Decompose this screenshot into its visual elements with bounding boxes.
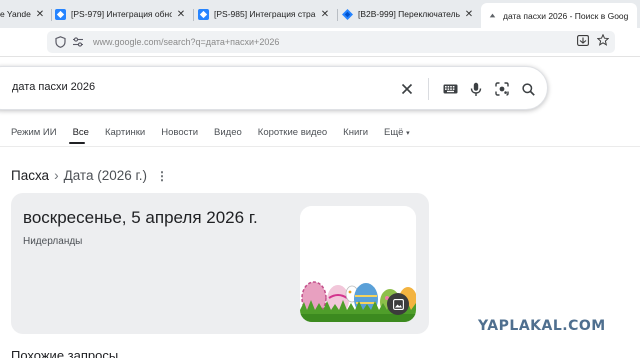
tab-close-icon[interactable]: ✕	[175, 9, 187, 20]
tab-more[interactable]: Ещё ▾	[384, 127, 410, 138]
browser-tab[interactable]: [B2B-999] Переключатель обо ✕	[342, 3, 475, 25]
tab-ai-mode[interactable]: Режим ИИ	[11, 127, 57, 138]
tab-title: [PS-979] Интеграция обновлени	[71, 9, 172, 19]
tab-all[interactable]: Все	[73, 127, 89, 138]
easter-eggs-image[interactable]	[300, 206, 416, 322]
tab-title: [PS-985] Интеграция страница с	[214, 9, 316, 19]
tab-short-videos[interactable]: Короткие видео	[258, 127, 327, 138]
breadcrumb-subtitle: Дата (2026 г.)	[63, 168, 148, 183]
chevron-down-icon: ▾	[406, 129, 410, 137]
browser-tab[interactable]: e Yandex ✕	[0, 3, 46, 25]
image-icon[interactable]	[387, 293, 409, 315]
tab-separator	[337, 9, 338, 21]
lens-icon[interactable]	[493, 80, 511, 98]
clear-icon[interactable]	[398, 80, 416, 98]
keyboard-icon[interactable]	[441, 80, 459, 98]
search-divider	[428, 78, 429, 100]
answer-date: воскресенье, 5 апреля 2026 г.	[23, 208, 258, 227]
tab-title: e Yandex	[0, 9, 31, 19]
tab-title: дата пасхи 2026 - Поиск в Goog	[503, 10, 629, 21]
tab-close-icon[interactable]: ✕	[463, 9, 475, 20]
address-bar[interactable]: www.google.com/search?q=дата+пасхи+2026	[47, 31, 615, 53]
answer-breadcrumb: Пасха › Дата (2026 г.) ⋮	[11, 168, 168, 183]
tab-close-icon[interactable]: ✕	[34, 9, 46, 20]
browser-toolbar: www.google.com/search?q=дата+пасхи+2026	[0, 28, 640, 56]
site-info-icon[interactable]	[69, 36, 87, 48]
tab-title: [B2B-999] Переключатель обо	[358, 9, 460, 19]
tab-books[interactable]: Книги	[343, 127, 368, 138]
tab-videos[interactable]: Видео	[214, 127, 242, 138]
tab-separator	[51, 9, 52, 21]
google-favicon-icon	[489, 13, 496, 18]
breadcrumb-topic[interactable]: Пасха	[11, 168, 49, 183]
jira-favicon-icon	[342, 8, 353, 20]
tabs-divider	[0, 146, 640, 147]
watermark: YAPLAKAL.COM	[478, 318, 606, 334]
browser-tab[interactable]: [PS-985] Интеграция страница с ✕	[198, 3, 331, 25]
tab-close-icon[interactable]: ✕	[319, 9, 331, 20]
search-box[interactable]: дата пасхи 2026	[0, 66, 548, 110]
breadcrumb-separator-icon: ›	[54, 168, 59, 183]
search-category-tabs: Режим ИИ Все Картинки Новости Видео Коро…	[11, 124, 426, 140]
tab-images[interactable]: Картинки	[105, 127, 145, 138]
jira-favicon-icon	[198, 8, 209, 20]
browser-tab-active[interactable]: дата пасхи 2026 - Поиск в Goog	[481, 3, 637, 28]
search-input[interactable]: дата пасхи 2026	[12, 81, 95, 93]
tab-separator	[193, 9, 194, 21]
browser-tab[interactable]: [PS-979] Интеграция обновлени ✕	[55, 3, 187, 25]
tab-news[interactable]: Новости	[161, 127, 198, 138]
shield-icon[interactable]	[51, 36, 69, 48]
jira-favicon-icon	[55, 8, 66, 20]
bookmark-star-icon[interactable]	[596, 33, 610, 51]
mic-icon[interactable]	[467, 80, 485, 98]
related-searches-heading: Похожие запросы	[11, 348, 119, 358]
toolbar-divider	[0, 56, 640, 57]
url-text[interactable]: www.google.com/search?q=дата+пасхи+2026	[93, 37, 577, 47]
browser-tab-strip: e Yandex ✕ [PS-979] Интеграция обновлени…	[0, 0, 640, 28]
answer-card: воскресенье, 5 апреля 2026 г. Нидерланды	[11, 193, 429, 334]
search-icon[interactable]	[519, 80, 537, 98]
active-tab-underline	[69, 142, 85, 144]
more-options-icon[interactable]: ⋮	[156, 169, 168, 183]
answer-country: Нидерланды	[23, 236, 83, 247]
tab-more-label: Ещё	[384, 126, 404, 138]
reader-view-icon[interactable]	[577, 33, 589, 51]
